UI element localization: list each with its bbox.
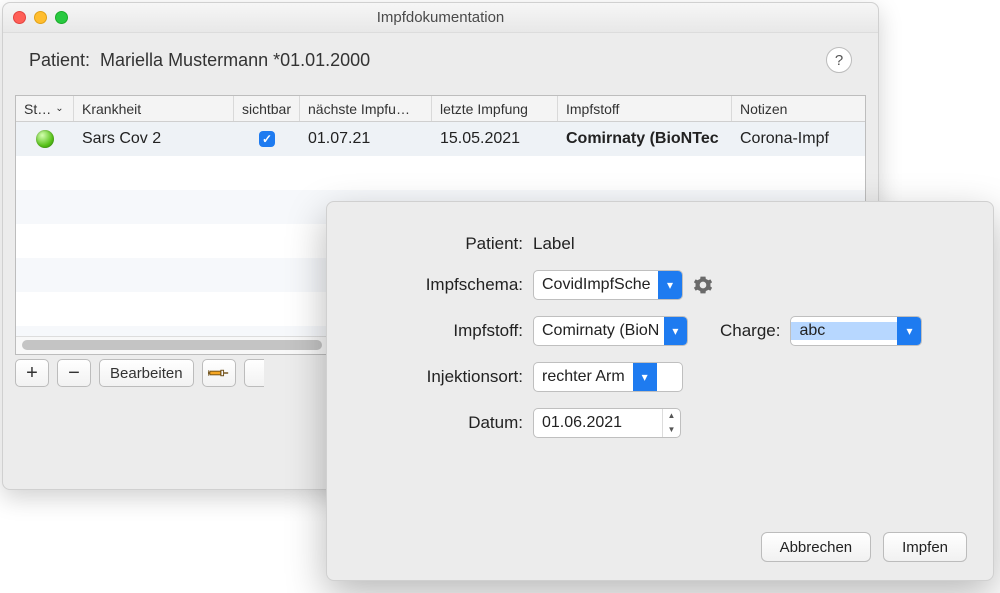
table-row — [16, 156, 865, 190]
impfschema-select[interactable]: CovidImpfSche ▾ — [533, 270, 683, 300]
charge-label: Charge: — [720, 321, 780, 341]
patient-label: Patient: — [29, 50, 90, 71]
step-down-icon[interactable]: ▼ — [663, 423, 680, 437]
cell-impfstoff: Comirnaty (BioNTec — [558, 130, 732, 148]
charge-value: abc — [791, 322, 897, 340]
extra-button[interactable] — [244, 359, 264, 387]
vaccinate-dialog: Patient: Label Impfschema: CovidImpfSche… — [326, 201, 994, 581]
datum-label: Datum: — [353, 413, 533, 433]
impfschema-value: CovidImpfSche — [534, 276, 658, 294]
syringe-icon — [208, 365, 230, 381]
col-status[interactable]: St…⌄ — [16, 96, 74, 121]
remove-button[interactable]: − — [57, 359, 91, 387]
gear-icon[interactable] — [693, 275, 713, 295]
cell-notizen: Corona-Impf — [732, 130, 865, 148]
table-header: St…⌄ Krankheit sichtbar nächste Impfu… l… — [16, 96, 865, 122]
date-stepper[interactable]: ▲ ▼ — [662, 409, 680, 437]
impfstoff-row: Impfstoff: Comirnaty (BioN ▾ Charge: abc… — [353, 316, 967, 346]
help-icon: ? — [835, 52, 843, 69]
scrollbar-thumb[interactable] — [22, 340, 322, 350]
cell-krankheit: Sars Cov 2 — [74, 130, 234, 148]
sichtbar-checkbox[interactable]: ✓ — [259, 131, 275, 147]
charge-select[interactable]: abc ▾ — [790, 316, 922, 346]
chevron-down-icon: ▾ — [633, 363, 657, 391]
impfstoff-select[interactable]: Comirnaty (BioN ▾ — [533, 316, 688, 346]
col-impfstoff[interactable]: Impfstoff — [558, 96, 732, 121]
close-icon[interactable] — [13, 11, 26, 24]
injektionsort-value: rechter Arm — [534, 368, 633, 386]
dialog-buttons: Abbrechen Impfen — [353, 532, 967, 562]
status-dot-icon — [36, 130, 54, 148]
col-krankheit[interactable]: Krankheit — [74, 96, 234, 121]
patient-row: Patient: Mariella Mustermann *01.01.2000… — [3, 33, 878, 79]
dialog-patient-row: Patient: Label — [353, 234, 967, 254]
titlebar: Impfdokumentation — [3, 3, 878, 33]
submit-button[interactable]: Impfen — [883, 532, 967, 562]
dialog-patient-value: Label — [533, 234, 575, 254]
dialog-patient-label: Patient: — [353, 234, 533, 254]
help-button[interactable]: ? — [826, 47, 852, 73]
cell-letzte: 15.05.2021 — [432, 130, 558, 148]
chevron-down-icon: ▾ — [897, 317, 921, 345]
sort-caret-icon: ⌄ — [55, 103, 63, 114]
patient-name: Mariella Mustermann *01.01.2000 — [100, 50, 370, 71]
maximize-icon[interactable] — [55, 11, 68, 24]
injektionsort-select[interactable]: rechter Arm ▾ — [533, 362, 683, 392]
col-notizen[interactable]: Notizen — [732, 96, 865, 121]
add-button[interactable]: + — [15, 359, 49, 387]
traffic-lights — [13, 11, 68, 24]
window-title: Impfdokumentation — [3, 9, 878, 26]
minimize-icon[interactable] — [34, 11, 47, 24]
datum-row: Datum: 01.06.2021 ▲ ▼ — [353, 408, 967, 438]
injektionsort-label: Injektionsort: — [353, 367, 533, 387]
edit-button[interactable]: Bearbeiten — [99, 359, 194, 387]
step-up-icon[interactable]: ▲ — [663, 409, 680, 423]
impfstoff-label: Impfstoff: — [353, 321, 533, 341]
injektionsort-row: Injektionsort: rechter Arm ▾ — [353, 362, 967, 392]
impfstoff-value: Comirnaty (BioN — [534, 322, 664, 340]
impfschema-label: Impfschema: — [353, 275, 533, 295]
datum-field[interactable]: 01.06.2021 ▲ ▼ — [533, 408, 681, 438]
col-letzte[interactable]: letzte Impfung — [432, 96, 558, 121]
chevron-down-icon: ▾ — [664, 317, 687, 345]
col-sichtbar[interactable]: sichtbar — [234, 96, 300, 121]
cancel-button[interactable]: Abbrechen — [761, 532, 872, 562]
impfschema-row: Impfschema: CovidImpfSche ▾ — [353, 270, 967, 300]
col-naechste[interactable]: nächste Impfu… — [300, 96, 432, 121]
table-row[interactable]: Sars Cov 2 ✓ 01.07.21 15.05.2021 Comirna… — [16, 122, 865, 156]
syringe-button[interactable] — [202, 359, 236, 387]
datum-value: 01.06.2021 — [534, 414, 662, 432]
chevron-down-icon: ▾ — [658, 271, 682, 299]
cell-naechste: 01.07.21 — [300, 130, 432, 148]
